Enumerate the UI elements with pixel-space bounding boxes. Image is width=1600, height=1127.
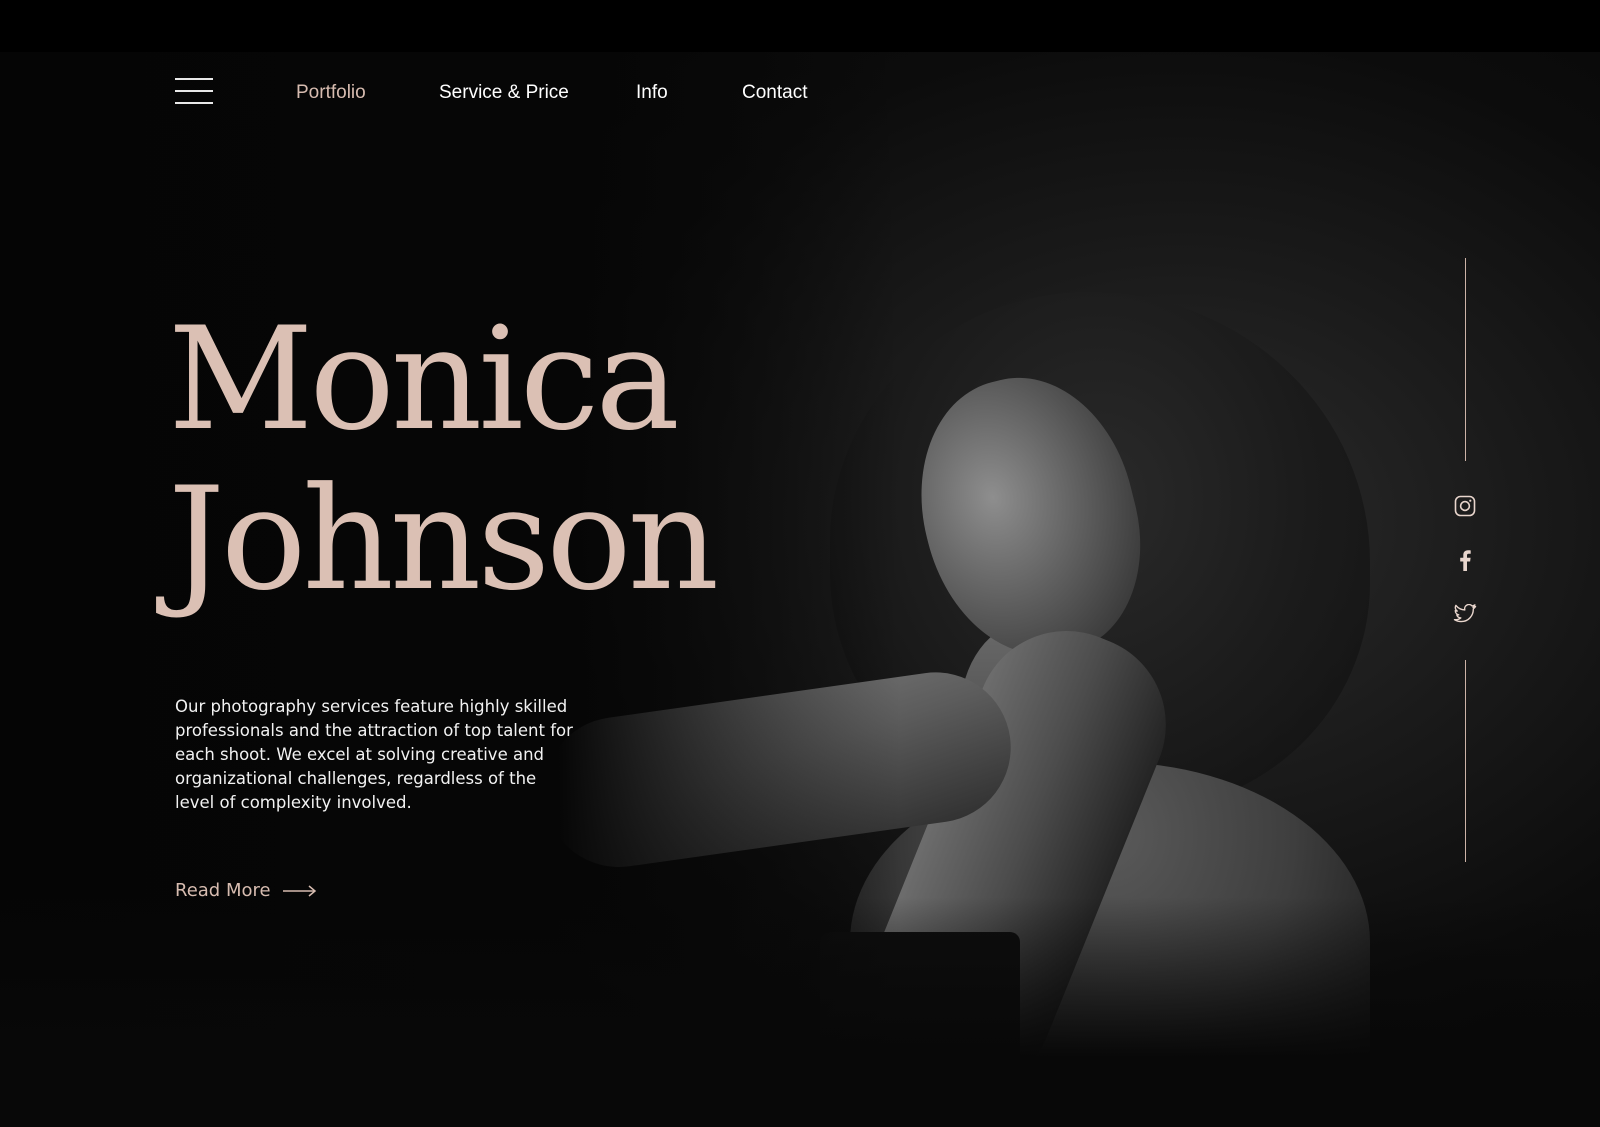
hero-description: Our photography services feature highly … (175, 697, 573, 812)
arrow-right-icon (282, 884, 316, 897)
hamburger-menu-icon[interactable] (175, 78, 213, 106)
instagram-icon (1454, 495, 1476, 517)
nav-item-service-price[interactable]: Service & Price (439, 82, 569, 104)
hero-last-name: Johnson (168, 457, 719, 622)
social-rail-top-line (1465, 258, 1466, 461)
nav-item-contact[interactable]: Contact (742, 82, 807, 104)
nav-item-portfolio[interactable]: Portfolio (296, 82, 366, 104)
hero-title: Monica Johnson (168, 297, 719, 622)
hero-first-name: Monica (168, 297, 680, 462)
landing-page: Portfolio Service & Price Info Contact M… (0, 0, 1600, 1127)
instagram-link[interactable] (1452, 493, 1478, 519)
nav-item-info[interactable]: Info (636, 82, 668, 104)
social-rail-bottom-line (1465, 660, 1466, 862)
twitter-link[interactable] (1452, 601, 1478, 627)
read-more-label: Read More (175, 880, 271, 901)
hero-bottom-fade (0, 897, 1600, 1127)
read-more-link[interactable]: Read More (175, 880, 317, 901)
facebook-icon (1460, 550, 1471, 571)
facebook-link[interactable] (1452, 547, 1478, 573)
twitter-icon (1453, 604, 1477, 623)
